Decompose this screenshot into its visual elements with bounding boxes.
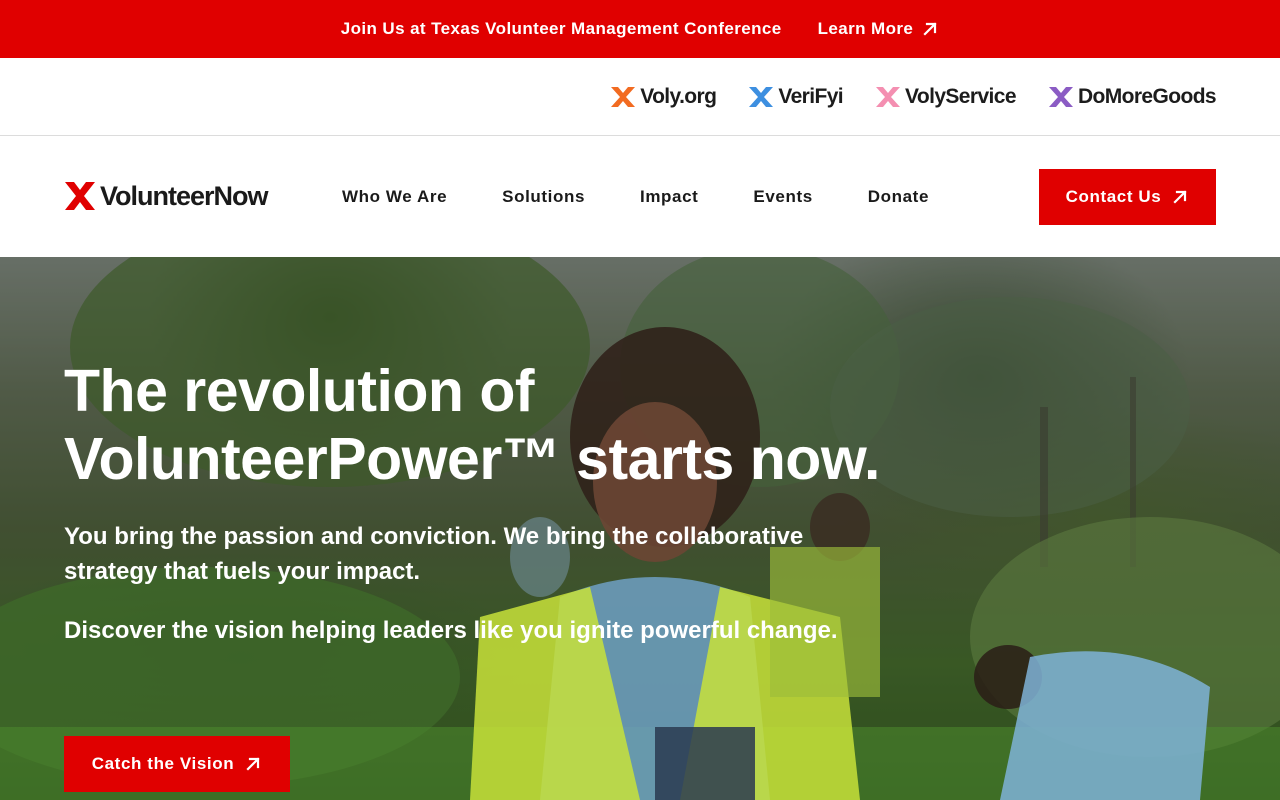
verifyi-logo-icon — [749, 86, 774, 107]
volyservice-logo-icon — [876, 86, 901, 107]
catch-the-vision-button[interactable]: Catch the Vision — [64, 736, 290, 792]
hero-subtitle: You bring the passion and conviction. We… — [64, 523, 804, 585]
brand-voly[interactable]: Voly.org — [610, 84, 717, 110]
announcement-text: Join Us at Texas Volunteer Management Co… — [340, 19, 782, 38]
brand-domoregoods[interactable]: DoMoreGoods — [1048, 84, 1217, 110]
learn-more-label: Learn More — [817, 19, 914, 38]
contact-us-button[interactable]: Contact Us — [1039, 169, 1216, 225]
hero-content: The revolution of VolunteerPower™ starts… — [64, 357, 894, 648]
arrow-up-right-icon — [1173, 190, 1187, 204]
nav-donate[interactable]: Donate — [868, 187, 929, 207]
volunteernow-logo-icon — [65, 182, 95, 210]
nav-who-we-are[interactable]: Who We Are — [342, 187, 447, 207]
voly-logo-icon — [611, 86, 636, 107]
brand-label: VeriFyi — [778, 84, 844, 108]
nav-impact[interactable]: Impact — [640, 187, 698, 207]
hero-section: The revolution of VolunteerPower™ starts… — [0, 257, 1280, 800]
logo-label: VolunteerNow — [100, 180, 269, 211]
brand-volyservice[interactable]: VolyService — [875, 84, 1017, 110]
brand-verifyi[interactable]: VeriFyi — [748, 84, 844, 110]
learn-more-link[interactable]: Learn More — [818, 19, 940, 39]
hero-title-line-1: The revolution of — [64, 358, 535, 424]
main-nav: VolunteerNow Who We Are Solutions Impact… — [0, 136, 1280, 257]
nav-solutions[interactable]: Solutions — [502, 187, 585, 207]
domoregoods-logo-icon — [1048, 86, 1073, 107]
brand-label: Voly.org — [640, 84, 717, 108]
volunteernow-logo[interactable]: VolunteerNow — [64, 180, 269, 212]
nav-events[interactable]: Events — [753, 187, 812, 207]
hero-title: The revolution of VolunteerPower™ starts… — [64, 357, 894, 493]
contact-us-label: Contact Us — [1065, 187, 1162, 206]
cta-label: Catch the Vision — [91, 754, 235, 773]
hero-subtitle-2: Discover the vision helping leaders like… — [64, 617, 838, 644]
arrow-up-right-icon — [923, 22, 937, 36]
brand-label: VolyService — [905, 84, 1017, 108]
arrow-up-right-icon — [246, 757, 260, 771]
hero-title-line-2: VolunteerPower™ starts now. — [64, 426, 880, 492]
announcement-bar: Join Us at Texas Volunteer Management Co… — [0, 0, 1280, 58]
brand-family-bar: Voly.org VeriFyi VolyService DoMoreGoods — [0, 58, 1280, 136]
nav-links: Who We Are Solutions Impact Events Donat… — [342, 136, 929, 257]
brand-label: DoMoreGoods — [1077, 84, 1217, 108]
